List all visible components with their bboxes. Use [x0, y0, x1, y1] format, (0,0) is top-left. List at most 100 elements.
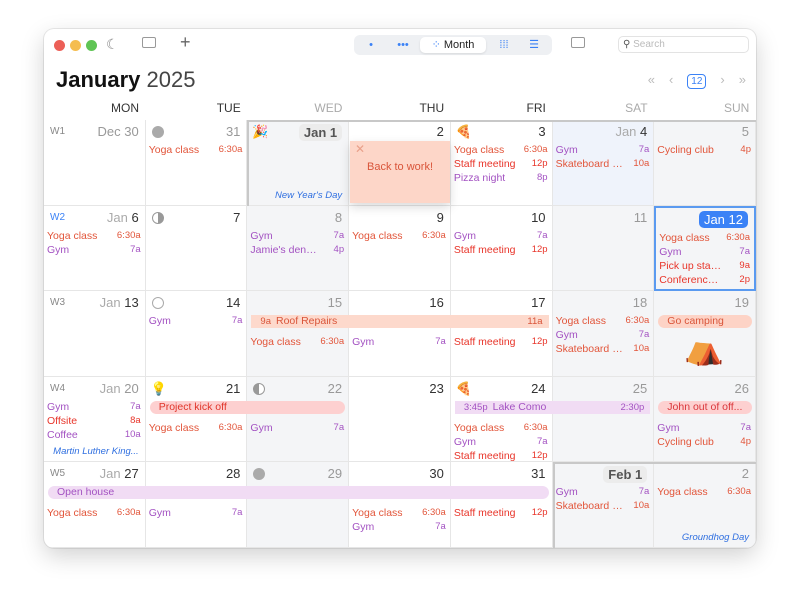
multi-day-event[interactable]: 9a Roof Repairs 11a: [251, 315, 549, 329]
event-item[interactable]: Yoga class 6:30a: [250, 335, 344, 349]
zoom-window-button[interactable]: [86, 40, 97, 51]
day-cell[interactable]: 17 Staff meeting 12p: [450, 291, 553, 377]
day-cell[interactable]: 30 Yoga class 6:30a Gym 7a: [349, 462, 451, 548]
view-month-button[interactable]: ⁘ Month: [420, 37, 486, 53]
event-item[interactable]: Staff meeting 12p: [454, 506, 548, 520]
multi-day-event[interactable]: John out of off...: [658, 400, 752, 414]
view-year-button[interactable]: ⁞⁞⁞: [490, 37, 518, 53]
sidebar-toggle-icon[interactable]: [142, 37, 156, 48]
next-year-button[interactable]: »: [739, 72, 746, 87]
event-item[interactable]: Staff meeting 12p: [454, 335, 548, 349]
multi-day-event[interactable]: 3:45p Lake Como 2:30p: [454, 400, 651, 414]
day-cell[interactable]: 10 Gym 7a Staff meeting 12p: [450, 205, 553, 292]
event-item[interactable]: Yoga class 6:30a: [454, 421, 548, 435]
event-item[interactable]: Yoga class 6:30a: [47, 229, 141, 243]
day-cell[interactable]: 23: [349, 376, 451, 463]
event-item[interactable]: Coffee 10a: [47, 428, 141, 442]
day-cell[interactable]: 29: [247, 462, 350, 548]
today-button[interactable]: 12: [687, 74, 707, 89]
day-cell[interactable]: 24 🍕 Yoga class 6:30a Gym 7a Staff meeting 12p: [450, 376, 553, 463]
event-item[interactable]: Gym 7a: [454, 229, 548, 243]
event-item[interactable]: Gym 7a: [47, 400, 141, 414]
multi-day-event[interactable]: Open house: [48, 486, 549, 500]
day-cell[interactable]: 22 Gym 7a: [247, 376, 350, 463]
event-item[interactable]: Skateboard les... 10a: [556, 342, 650, 356]
event-item[interactable]: Gym 7a: [352, 335, 446, 349]
add-event-button[interactable]: +: [180, 32, 191, 53]
event-item[interactable]: Jamie's dentist... 4p: [250, 243, 344, 257]
event-item[interactable]: Staff meeting 12p: [454, 449, 548, 462]
day-cell[interactable]: W2 Jan 6 Yoga class 6:30a Gym 7a: [44, 205, 146, 292]
previous-month-button[interactable]: ‹: [669, 72, 673, 87]
day-cell[interactable]: Jan 12 Yoga class 6:30a Gym 7a Pick up statio…: [654, 205, 756, 292]
day-cell[interactable]: 28 Gym 7a: [145, 462, 248, 548]
event-item[interactable]: Skateboard les... 10a: [556, 157, 650, 171]
sticky-note[interactable]: ✕ Back to work!: [350, 141, 450, 203]
day-cell[interactable]: 18 Yoga class 6:30a Gym 7a Skateboard les... 1…: [552, 291, 655, 377]
multi-day-event[interactable]: Go camping: [658, 315, 752, 329]
event-item[interactable]: Staff meeting 12p: [454, 243, 548, 257]
event-item[interactable]: Offsite 8a: [47, 414, 141, 428]
view-list-button[interactable]: ☰: [520, 37, 548, 53]
day-cell[interactable]: 21 💡 Yoga class 6:30a: [145, 376, 248, 463]
day-cell[interactable]: W4 Jan 20 Gym 7a Offsite 8a Coffee 10a Martin Lu…: [44, 376, 146, 463]
day-cell[interactable]: 9 Yoga class 6:30a: [349, 205, 451, 292]
search-input[interactable]: ⚲ Search: [618, 36, 749, 53]
event-item[interactable]: Yoga class 6:30a: [149, 143, 243, 157]
day-cell[interactable]: Jan 1 🎉 New Year's Day: [247, 120, 350, 206]
day-cell[interactable]: Feb 1 Gym 7a Skateboard les... 10a: [552, 462, 655, 548]
event-item[interactable]: Skateboard les... 10a: [556, 499, 650, 513]
event-item[interactable]: Gym 7a: [659, 245, 750, 259]
event-item[interactable]: Yoga class 6:30a: [657, 485, 751, 499]
event-item[interactable]: Yoga class 6:30a: [352, 506, 446, 520]
event-item[interactable]: Gym 7a: [556, 485, 650, 499]
day-cell[interactable]: W3 Jan 13: [44, 291, 146, 377]
event-item[interactable]: Gym 7a: [250, 229, 344, 243]
day-cell[interactable]: W1 Dec 30: [44, 120, 146, 206]
event-item[interactable]: Gym 7a: [556, 328, 650, 342]
inspector-toggle-icon[interactable]: [571, 37, 585, 48]
day-cell[interactable]: 5 Cycling club 4p: [654, 120, 756, 206]
view-week-button[interactable]: •••: [388, 37, 418, 53]
event-item[interactable]: Gym 7a: [556, 143, 650, 157]
event-item[interactable]: Gym 7a: [352, 520, 446, 534]
event-item[interactable]: Yoga class 6:30a: [149, 421, 243, 435]
event-item[interactable]: Staff meeting 12p: [454, 157, 548, 171]
event-item[interactable]: Gym 7a: [149, 506, 243, 520]
event-item[interactable]: Gym 7a: [47, 243, 141, 257]
event-item[interactable]: Cycling club 4p: [657, 143, 751, 157]
day-cell[interactable]: 19 ⛺: [654, 291, 756, 377]
day-cell[interactable]: W5 Jan 27 Yoga class 6:30a: [44, 462, 146, 548]
close-icon[interactable]: ✕: [355, 142, 365, 156]
day-cell[interactable]: 8 Gym 7a Jamie's dentist... 4p: [247, 205, 350, 292]
day-cell[interactable]: 26 Gym 7a Cycling club 4p: [654, 376, 756, 463]
moon-icon[interactable]: ☾: [106, 36, 119, 53]
event-item[interactable]: Cycling club 4p: [657, 435, 751, 449]
event-item[interactable]: Gym 7a: [250, 421, 344, 435]
previous-year-button[interactable]: «: [648, 72, 655, 87]
day-cell[interactable]: 15 Yoga class 6:30a: [247, 291, 350, 377]
event-item[interactable]: Yoga class 6:30a: [659, 231, 750, 245]
event-item[interactable]: Gym 7a: [657, 421, 751, 435]
day-cell[interactable]: 7: [145, 205, 248, 292]
day-cell[interactable]: 25: [552, 376, 655, 463]
day-cell[interactable]: 31 Yoga class 6:30a: [145, 120, 248, 206]
event-item[interactable]: Gym 7a: [149, 314, 243, 328]
day-cell[interactable]: 14 Gym 7a: [145, 291, 248, 377]
view-day-button[interactable]: •: [356, 37, 386, 53]
event-item[interactable]: Gym 7a: [454, 435, 548, 449]
event-item[interactable]: Yoga class 6:30a: [556, 314, 650, 328]
day-cell[interactable]: 11: [552, 205, 655, 292]
event-item[interactable]: Pick up stationary 9a: [659, 259, 750, 273]
event-item[interactable]: Yoga class 6:30a: [352, 229, 446, 243]
event-item[interactable]: Conference call 2p: [659, 273, 750, 287]
day-cell[interactable]: 2 Yoga class 6:30a Groundhog Day: [654, 462, 756, 548]
event-item[interactable]: Yoga class 6:30a: [454, 143, 548, 157]
event-item[interactable]: Yoga class 6:30a: [47, 506, 141, 520]
day-cell[interactable]: 3 🍕 Yoga class 6:30a Staff meeting 12p Pizza n…: [450, 120, 553, 206]
multi-day-event[interactable]: Project kick off: [149, 400, 346, 414]
next-month-button[interactable]: ›: [720, 72, 724, 87]
close-window-button[interactable]: [54, 40, 65, 51]
event-item[interactable]: Pizza night 8p: [454, 171, 548, 185]
day-cell[interactable]: 31 Staff meeting 12p: [450, 462, 553, 548]
